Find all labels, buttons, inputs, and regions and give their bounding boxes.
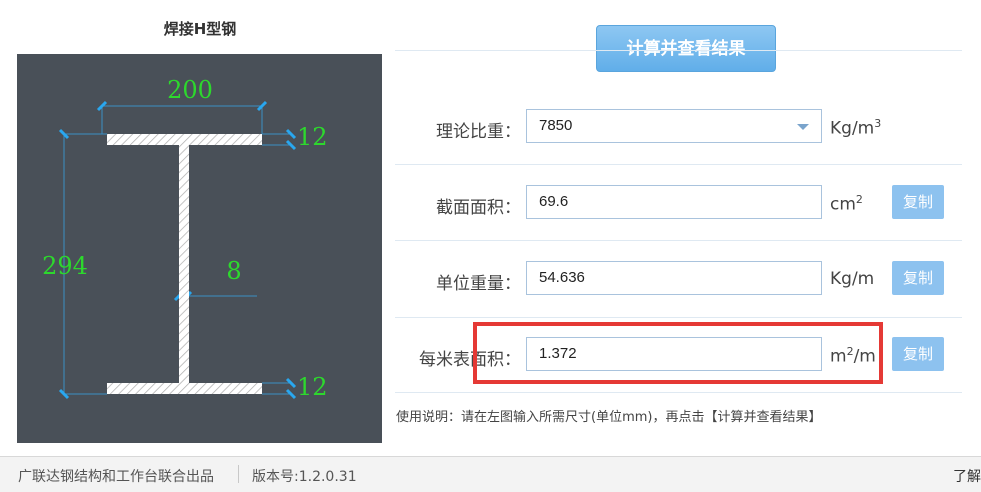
diagram-title: 焊接H型钢 bbox=[163, 20, 237, 38]
density-label: 理论比重： bbox=[436, 122, 521, 142]
divider bbox=[395, 50, 962, 51]
unit-weight-label: 单位重量： bbox=[436, 274, 521, 294]
height-label[interactable]: 294 bbox=[42, 252, 88, 280]
footer-credit: 广联达钢结构和工作台联合出品 bbox=[18, 469, 214, 485]
copy-unit-weight-button[interactable]: 复制 bbox=[892, 261, 944, 295]
top-flange-thickness-label[interactable]: 12 bbox=[297, 123, 328, 151]
unit-weight-unit: Kg/m bbox=[830, 269, 875, 289]
calculate-button[interactable]: 计算并查看结果 bbox=[596, 25, 776, 72]
flange-width-label[interactable]: 200 bbox=[167, 76, 213, 104]
footer: 广联达钢结构和工作台联合出品 版本号:1.2.0.31 了解 bbox=[0, 456, 981, 492]
divider bbox=[395, 392, 962, 393]
web bbox=[179, 145, 189, 383]
density-value: 7850 bbox=[539, 117, 573, 134]
version-label: 版本号:1.2.0.31 bbox=[252, 469, 357, 485]
bottom-flange bbox=[107, 383, 262, 394]
instructions-text: 使用说明：请在左图输入所需尺寸(单位mm)，再点击【计算并查看结果】 bbox=[396, 410, 822, 425]
footer-separator bbox=[238, 465, 239, 483]
web-thickness-label[interactable]: 8 bbox=[226, 257, 241, 285]
learn-more-link[interactable]: 了解 bbox=[953, 466, 981, 486]
divider bbox=[395, 164, 962, 165]
divider bbox=[395, 240, 962, 241]
unit-weight-field[interactable]: 54.636 bbox=[526, 261, 822, 295]
divider bbox=[395, 317, 962, 318]
copy-section-area-button[interactable]: 复制 bbox=[892, 185, 944, 219]
top-flange bbox=[107, 134, 262, 145]
chevron-down-icon[interactable] bbox=[797, 124, 809, 130]
density-select[interactable]: 7850 bbox=[526, 109, 822, 143]
highlight-box bbox=[473, 322, 883, 384]
section-area-field[interactable]: 69.6 bbox=[526, 185, 822, 219]
section-area-unit: cm2 bbox=[830, 193, 863, 215]
dimension-ticks bbox=[58, 100, 297, 400]
density-unit: Kg/m3 bbox=[830, 117, 882, 139]
bottom-flange-thickness-label[interactable]: 12 bbox=[297, 373, 328, 401]
dimension-lines bbox=[63, 105, 292, 395]
copy-surface-area-button[interactable]: 复制 bbox=[892, 337, 944, 371]
h-beam-diagram: 200 12 294 8 12 bbox=[17, 54, 382, 443]
section-area-label: 截面面积： bbox=[436, 198, 521, 218]
